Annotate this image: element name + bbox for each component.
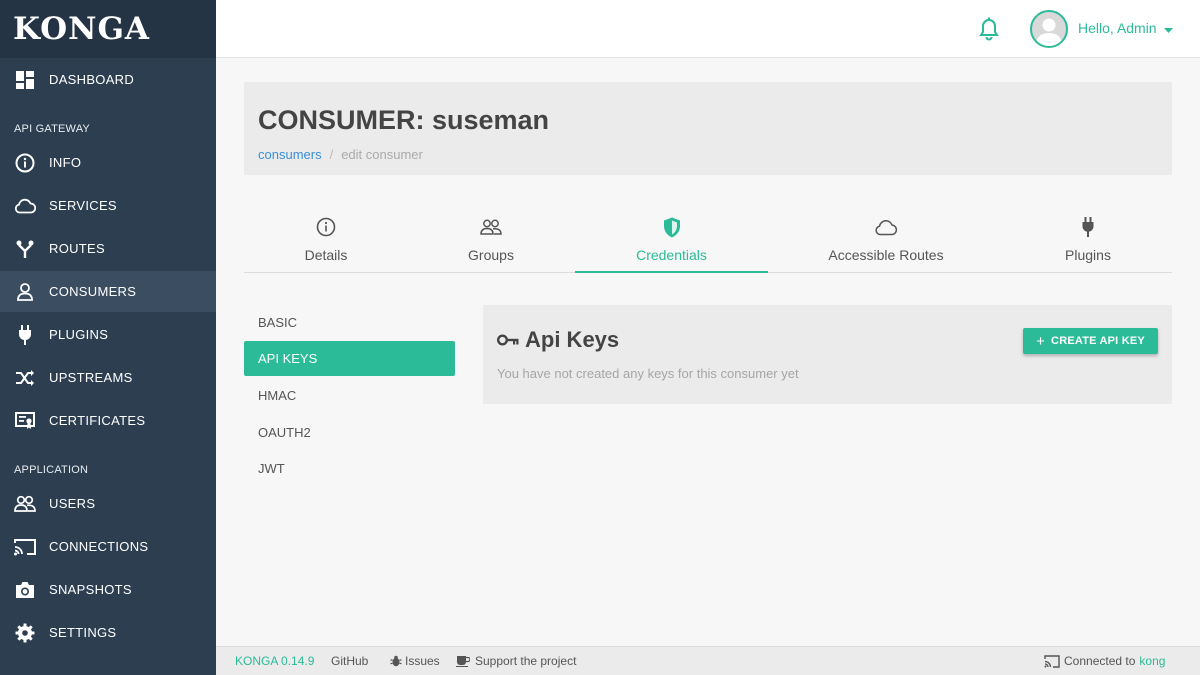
shuffle-icon — [14, 367, 36, 389]
sidebar-item-users[interactable]: USERS — [0, 483, 216, 524]
consumer-tabs: Details Groups Credentials Accessible Ro… — [244, 205, 1172, 273]
shield-icon — [663, 215, 681, 239]
plug-icon — [14, 324, 36, 346]
caret-down-icon — [1164, 21, 1174, 37]
info-icon — [14, 152, 36, 174]
sidebar-item-routes[interactable]: ROUTES — [0, 228, 216, 269]
top-header: Hello, Admin — [216, 0, 1200, 58]
credential-nav-basic[interactable]: BASIC — [244, 305, 455, 340]
credential-nav-oauth2[interactable]: OAUTH2 — [244, 415, 455, 450]
sidebar-section-application: APPLICATION — [14, 464, 89, 476]
footer-support-link[interactable]: Support the project — [456, 654, 576, 668]
gear-icon — [14, 622, 36, 644]
routes-icon — [14, 238, 36, 260]
cast-icon — [14, 536, 36, 558]
breadcrumb-consumers-link[interactable]: consumers — [258, 147, 322, 162]
certificate-icon — [14, 410, 36, 432]
user-icon — [14, 281, 36, 303]
sidebar-item-info[interactable]: INFO — [0, 142, 216, 183]
cast-icon — [1044, 654, 1060, 668]
tab-details[interactable]: Details — [244, 205, 408, 273]
plug-icon — [1081, 215, 1095, 239]
coffee-icon — [456, 655, 470, 667]
cloud-icon — [14, 195, 36, 217]
create-api-key-button[interactable]: + CREATE API KEY — [1023, 328, 1158, 354]
sidebar-item-snapshots[interactable]: SNAPSHOTS — [0, 569, 216, 610]
plus-icon: + — [1036, 332, 1046, 350]
key-icon — [497, 333, 519, 347]
cloud-icon — [874, 215, 898, 239]
footer-kong-link[interactable]: kong — [1139, 654, 1165, 668]
bell-icon[interactable] — [978, 17, 1000, 41]
brand-logo[interactable]: KONGA — [0, 0, 216, 58]
breadcrumb-separator: / — [329, 147, 334, 162]
tab-plugins[interactable]: Plugins — [1004, 205, 1172, 273]
sidebar-item-dashboard[interactable]: DASHBOARD — [0, 59, 216, 100]
sidebar-item-services[interactable]: SERVICES — [0, 185, 216, 226]
camera-icon — [14, 579, 36, 601]
sidebar: KONGA DASHBOARD API GATEWAY INFO SERVICE… — [0, 0, 216, 675]
info-icon — [316, 215, 336, 239]
empty-state-text: You have not created any keys for this c… — [497, 366, 799, 381]
sidebar-item-plugins[interactable]: PLUGINS — [0, 314, 216, 355]
dashboard-icon — [14, 69, 36, 91]
sidebar-item-certificates[interactable]: CERTIFICATES — [0, 400, 216, 441]
panel-title: Api Keys — [497, 327, 619, 353]
credential-nav-api-keys[interactable]: API KEYS — [244, 341, 455, 376]
tab-credentials[interactable]: Credentials — [575, 205, 768, 273]
page-title-box: CONSUMER: suseman consumers / edit consume… — [244, 82, 1172, 175]
users-icon — [480, 215, 502, 239]
greeting-text: Hello, Admin — [1078, 20, 1157, 36]
footer: KONGA 0.14.9 GitHub Issues Support the p… — [216, 646, 1200, 675]
bug-icon — [390, 655, 402, 667]
footer-issues-link[interactable]: Issues — [390, 654, 440, 668]
breadcrumb: consumers / edit consumer — [258, 147, 423, 162]
footer-github-link[interactable]: GitHub — [331, 654, 368, 668]
tab-groups[interactable]: Groups — [408, 205, 574, 273]
breadcrumb-current: edit consumer — [341, 147, 423, 162]
credential-nav-hmac[interactable]: HMAC — [244, 378, 455, 413]
sidebar-section-api-gateway: API GATEWAY — [14, 123, 90, 135]
footer-connection-status: Connected to kong — [1044, 654, 1165, 668]
api-keys-panel: Api Keys You have not created any keys f… — [483, 305, 1172, 404]
sidebar-item-consumers[interactable]: CONSUMERS — [0, 271, 216, 312]
footer-version: KONGA 0.14.9 — [235, 654, 315, 668]
sidebar-item-connections[interactable]: CONNECTIONS — [0, 526, 216, 567]
user-menu-toggle[interactable]: Hello, Admin — [1078, 20, 1174, 37]
users-icon — [14, 493, 36, 515]
sidebar-item-upstreams[interactable]: UPSTREAMS — [0, 357, 216, 398]
credential-nav-jwt[interactable]: JWT — [244, 451, 455, 486]
avatar[interactable] — [1030, 10, 1068, 48]
page-title: CONSUMER: suseman — [258, 105, 550, 135]
tab-accessible-routes[interactable]: Accessible Routes — [786, 205, 986, 273]
sidebar-item-settings[interactable]: SETTINGS — [0, 612, 216, 653]
